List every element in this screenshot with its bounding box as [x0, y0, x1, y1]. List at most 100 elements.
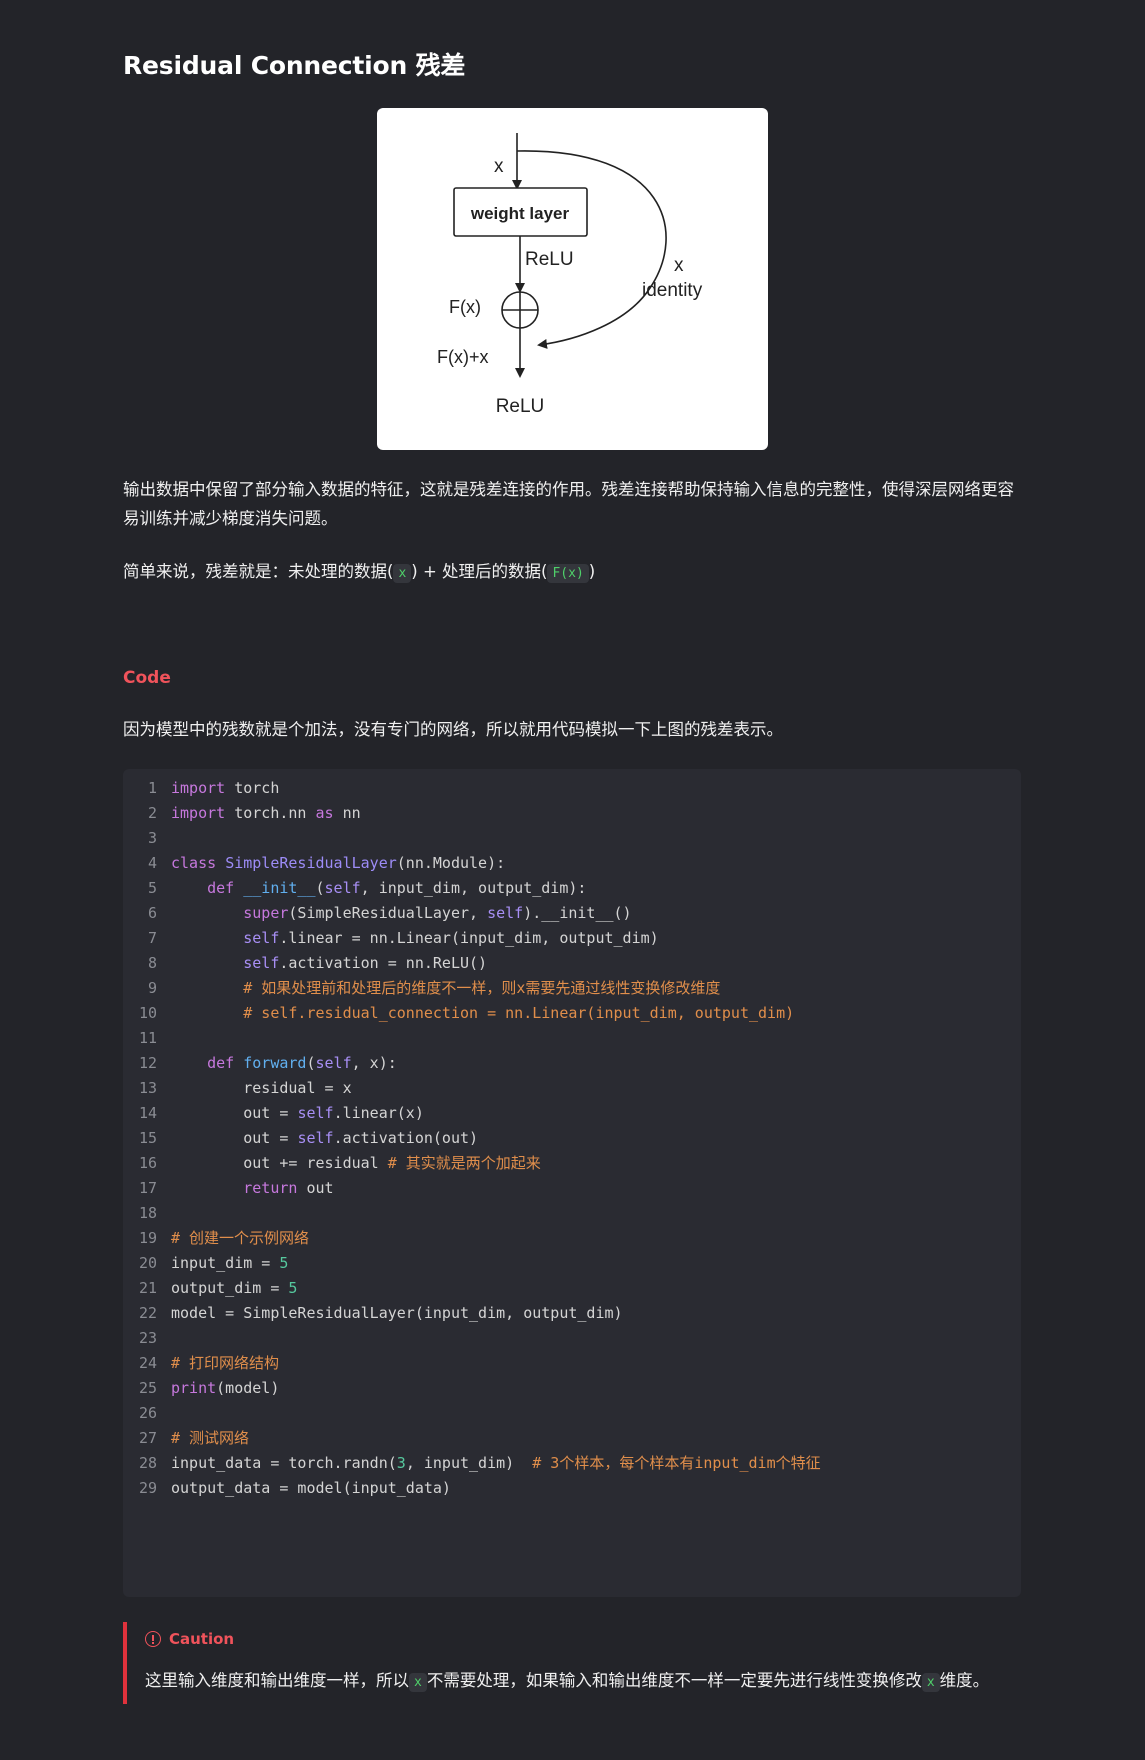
code-token: .linear = nn.Linear(input_dim, output_di… — [279, 929, 659, 947]
code-line: 2 import torch.nn as nn — [123, 799, 1021, 827]
code-line: 5 def __init__(self, input_dim, output_d… — [123, 874, 1021, 902]
code-line: 20 input_dim = 5 — [123, 1249, 1021, 1277]
code-token: # 其实就是两个加起来 — [387, 1154, 541, 1172]
paragraph-summary: 简单来说，残差就是：未处理的数据(x) + 处理后的数据(F(x)) — [123, 557, 1021, 588]
page: Residual Connection 残差 x weight layer Re… — [0, 0, 1145, 1760]
page-title: Residual Connection 残差 — [123, 51, 466, 80]
code-line: 9 # 如果处理前和处理后的维度不一样，则x需要先通过线性变换修改维度 — [123, 974, 1021, 1002]
code-token: # 如果处理前和处理后的维度不一样，则x需要先通过线性变换修改维度 — [243, 979, 721, 997]
line-number: 9 — [147, 979, 157, 997]
weight-layer-label: weight layer — [470, 204, 570, 223]
line-number: 8 — [147, 954, 157, 972]
caution-middle: 不需要处理，如果输入和输出维度不一样一定要先进行线性变换修改 — [426, 1671, 922, 1690]
line-number: 5 — [147, 879, 157, 897]
code-line: 1 import torch — [123, 774, 1021, 802]
line-number: 29 — [138, 1479, 157, 1497]
code-token: output_dim = — [171, 1279, 289, 1297]
code-token: ).__init__() — [523, 904, 632, 922]
code-token: .activation = nn.ReLU() — [279, 954, 488, 972]
code-line: 13 residual = x — [123, 1074, 1021, 1102]
caution-inline-code-x-2: x — [921, 1673, 940, 1692]
relu-mid-label: ReLU — [525, 249, 574, 270]
line-number: 14 — [138, 1104, 157, 1122]
code-token: ( — [306, 1054, 316, 1072]
caution-suffix: 维度。 — [939, 1671, 990, 1690]
code-token: import — [171, 779, 226, 797]
code-token: input_dim = — [171, 1254, 280, 1272]
code-token: nn — [333, 804, 361, 822]
code-token: (nn.Module): — [396, 854, 506, 872]
code-token: super — [243, 904, 289, 922]
code-token: , x): — [351, 1054, 397, 1072]
code-token: self — [243, 929, 280, 947]
code-line: 23 — [123, 1324, 1021, 1352]
inline-code-fx: F(x) — [547, 564, 589, 583]
identity-x-label: x — [674, 255, 684, 276]
code-token: def — [207, 1054, 235, 1072]
code-token: self — [315, 1054, 352, 1072]
code-line: 29 output_data = model(input_data) — [123, 1474, 1021, 1502]
code-line: 17 return out — [123, 1174, 1021, 1202]
line-number: 10 — [138, 1004, 157, 1022]
code-line: 26 — [123, 1399, 1021, 1427]
code-token: 5 — [288, 1279, 298, 1297]
caution-inline-code-x: x — [409, 1673, 427, 1692]
identity-shortcut — [516, 150, 667, 349]
code-token: (model) — [216, 1379, 280, 1397]
code-token: self — [243, 954, 280, 972]
paragraph-code-intro: 因为模型中的残数就是个加法，没有专门的网络，所以就用代码模拟一下上图的残差表示。 — [123, 720, 783, 739]
line-number: 21 — [138, 1279, 157, 1297]
code-line: 18 — [123, 1199, 1021, 1227]
line-number: 4 — [147, 854, 157, 872]
summary-suffix: ) — [588, 562, 596, 581]
caution-prefix: 这里输入维度和输出维度一样，所以 — [145, 1671, 409, 1690]
line-number: 17 — [138, 1179, 157, 1197]
line-number: 15 — [138, 1129, 157, 1147]
code-token: (SimpleResidualLayer, — [288, 904, 488, 922]
code-token: # 创建一个示例网络 — [171, 1229, 310, 1247]
paragraph-residual-explanation: 输出数据中保留了部分输入数据的特征，这就是残差连接的作用。残差连接帮助保持输入信… — [123, 480, 1014, 528]
code-token: 5 — [279, 1254, 289, 1272]
sum-label: F(x)+x — [437, 347, 489, 367]
code-token: self — [324, 879, 361, 897]
code-line: 7 self.linear = nn.Linear(input_dim, out… — [123, 924, 1021, 952]
code-token: ( — [315, 879, 325, 897]
code-token: self — [487, 904, 524, 922]
code-token: out = — [171, 1104, 298, 1122]
line-number: 2 — [147, 804, 157, 822]
line-number: 25 — [138, 1379, 157, 1397]
code-block[interactable]: 1 import torch 2 import torch.nn as nn 3 4 cla… — [123, 769, 1021, 1597]
code-token: return — [243, 1179, 298, 1197]
code-line: 22 model = SimpleResidualLayer(input_dim,… — [123, 1299, 1021, 1327]
code-token: self — [297, 1104, 334, 1122]
code-token: out += residual — [171, 1154, 388, 1172]
code-token: , input_dim) — [405, 1454, 533, 1472]
line-number: 22 — [138, 1304, 157, 1322]
code-token: def — [207, 879, 235, 897]
code-token: output_data = model(input_data) — [171, 1479, 451, 1497]
code-token: torch — [225, 779, 280, 797]
code-line: 24 # 打印网络结构 — [123, 1349, 1021, 1377]
line-number: 1 — [147, 779, 157, 797]
line-number: 11 — [138, 1029, 157, 1047]
code-token: # 3个样本，每个样本有input_dim个特征 — [532, 1454, 821, 1472]
code-token: # 测试网络 — [171, 1429, 250, 1447]
summary-middle: ) + 处理后的数据( — [411, 562, 548, 581]
code-line: 14 out = self.linear(x) — [123, 1099, 1021, 1127]
line-number: 20 — [138, 1254, 157, 1272]
line-number: 24 — [138, 1354, 157, 1372]
relu-out-label: ReLU — [496, 396, 545, 417]
code-line: 3 — [123, 824, 1021, 852]
fx-label: F(x) — [449, 297, 481, 317]
line-number: 7 — [147, 929, 157, 947]
